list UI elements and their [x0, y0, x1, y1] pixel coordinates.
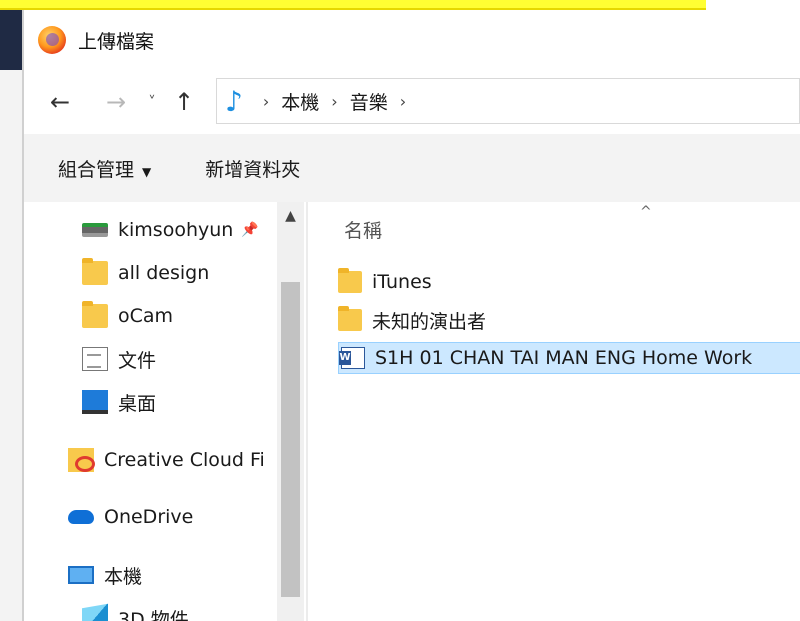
navigation-scrollbar[interactable]: ▲: [277, 202, 304, 621]
documents-icon: [82, 347, 108, 371]
sidebar-item-label: OneDrive: [104, 506, 194, 528]
address-bar[interactable]: ♪ › 本機 › 音樂 ›: [216, 78, 800, 124]
sidebar-item-all-design[interactable]: all design: [82, 255, 209, 291]
pin-icon: 📌: [241, 222, 259, 238]
file-name: iTunes: [372, 271, 432, 293]
command-bar: 組合管理 ▼ 新增資料夾: [24, 134, 800, 202]
sidebar-item-onedrive[interactable]: OneDrive: [68, 499, 193, 535]
forward-button[interactable]: →: [98, 88, 134, 116]
chevron-down-icon: ▼: [142, 164, 152, 179]
this-pc-icon: [68, 566, 94, 584]
file-upload-dialog: 上傳檔案 ← → ˅ ↑ ♪ › 本機 › 音樂 › 組合管理 ▼ 新增資料夾 k…: [24, 10, 800, 621]
sidebar-item-label: 3D 物件: [118, 608, 189, 621]
list-item-unknown-artist[interactable]: 未知的演出者: [338, 304, 486, 336]
sidebar-item-kimsoohyun[interactable]: kimsoohyun 📌: [82, 212, 259, 248]
sidebar-item-label: all design: [118, 262, 210, 284]
network-drive-icon: [82, 223, 108, 237]
onedrive-cloud-icon: [68, 510, 94, 524]
scroll-up-arrow-icon[interactable]: ▲: [277, 202, 304, 234]
recent-locations-button[interactable]: ˅: [138, 93, 166, 111]
breadcrumb-music[interactable]: 音樂: [350, 88, 388, 115]
up-button[interactable]: ↑: [166, 88, 202, 116]
back-button[interactable]: ←: [42, 88, 78, 116]
navigation-pane: kimsoohyun 📌 all design oCam 文件 桌面 Creat…: [24, 202, 306, 621]
firefox-icon: [38, 26, 66, 54]
word-document-icon: [339, 347, 365, 369]
breadcrumb-separator[interactable]: ›: [331, 92, 337, 111]
breadcrumb-separator[interactable]: ›: [263, 92, 269, 111]
folder-icon: [338, 306, 362, 331]
sidebar-item-label: 文件: [118, 349, 157, 372]
breadcrumb-separator[interactable]: ›: [400, 92, 406, 111]
sidebar-item-creative-cloud[interactable]: Creative Cloud Fi: [68, 442, 278, 478]
sidebar-item-label: 本機: [104, 565, 143, 588]
sidebar-item-3d-objects[interactable]: 3D 物件: [82, 600, 189, 621]
file-list: ^ 名稱 iTunes 未知的演出者 S1H 01 CHAN TAI MAN E…: [308, 202, 800, 621]
navigation-bar: ← → ˅ ↑ ♪ › 本機 › 音樂 ›: [24, 70, 800, 134]
list-item-itunes[interactable]: iTunes: [338, 266, 432, 298]
scrollbar-thumb[interactable]: [281, 282, 300, 597]
organize-button[interactable]: 組合管理 ▼: [58, 155, 151, 182]
sidebar-item-desktop[interactable]: 桌面: [82, 384, 156, 420]
yellow-highlight-strip: [0, 0, 706, 10]
sidebar-item-ocam[interactable]: oCam: [82, 298, 173, 334]
sidebar-item-documents[interactable]: 文件: [82, 341, 156, 377]
music-icon: ♪: [225, 84, 243, 118]
window-title: 上傳檔案: [78, 30, 155, 53]
background-window-edge: [0, 10, 24, 621]
list-item-homework-document[interactable]: S1H 01 CHAN TAI MAN ENG Home Work: [338, 342, 800, 374]
title-bar: 上傳檔案: [24, 10, 800, 70]
creative-cloud-folder-icon: [68, 448, 95, 472]
sort-ascending-icon: ^: [640, 204, 652, 220]
sidebar-item-this-pc[interactable]: 本機: [68, 557, 142, 593]
3d-objects-icon: [82, 603, 108, 621]
sidebar-item-label: oCam: [118, 305, 174, 327]
breadcrumb-this-pc[interactable]: 本機: [281, 88, 319, 115]
new-folder-button[interactable]: 新增資料夾: [205, 155, 300, 182]
folder-icon: [82, 301, 108, 328]
sidebar-item-label: Creative Cloud Fi: [104, 449, 265, 471]
sidebar-item-label: 桌面: [118, 392, 157, 415]
desktop-icon: [82, 390, 108, 414]
sidebar-item-label: kimsoohyun: [118, 219, 234, 241]
column-header-name[interactable]: 名稱: [344, 216, 382, 243]
file-name: 未知的演出者: [372, 310, 487, 333]
folder-icon: [338, 268, 362, 293]
file-name: S1H 01 CHAN TAI MAN ENG Home Work: [375, 347, 753, 369]
organize-label: 組合管理: [58, 158, 135, 181]
folder-icon: [82, 258, 108, 285]
